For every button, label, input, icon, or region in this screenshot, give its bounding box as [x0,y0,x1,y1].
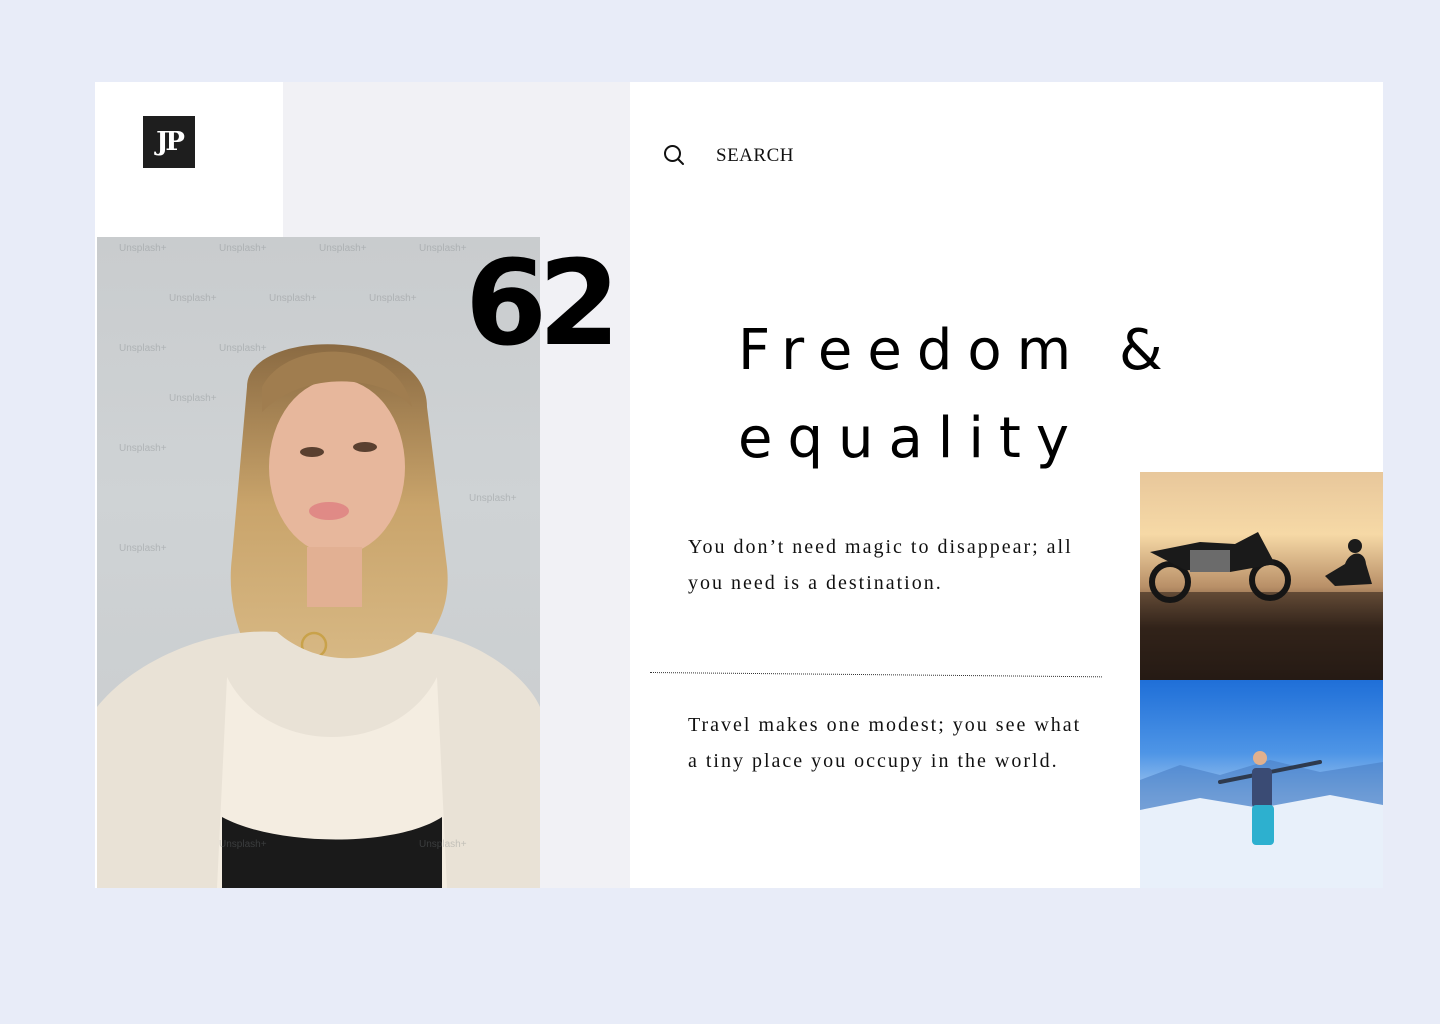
headline-line-2: equality [738,406,1085,471]
watermark-label: Unsplash+ [169,293,217,304]
watermark-label: Unsplash+ [269,293,317,304]
main-card: JP Unsplash+ Unsplash+ Unsplash+ Unsplas… [95,82,1383,888]
watermark-label: Unsplash+ [219,243,267,254]
watermark-label: Unsplash+ [469,493,517,504]
watermark-label: Unsplash+ [369,293,417,304]
watermark-label: Unsplash+ [419,839,467,850]
watermark-label: Unsplash+ [119,243,167,254]
watermark-label: Unsplash+ [169,393,217,404]
watermark-label: Unsplash+ [319,243,367,254]
search-label[interactable]: SEARCH [716,145,794,167]
watermark-label: Unsplash+ [119,543,167,554]
dotted-divider [649,672,1102,678]
watermark-label: Unsplash+ [419,243,467,254]
motorcycle-sunset-photo [1140,472,1383,680]
quote-text: Travel makes one modest; you see what a … [688,714,1082,772]
snow-illustration [1140,751,1383,888]
quote-text: You don’t need magic to disappear; all y… [688,536,1073,594]
snow-mountain-photo [1140,680,1383,888]
watermark-label: Unsplash+ [119,443,167,454]
watermark-label: Unsplash+ [119,343,167,354]
motorcycle-illustration [1140,532,1383,680]
feature-number: 62 [465,234,620,372]
search-icon[interactable] [663,144,685,166]
logo[interactable]: JP [143,116,195,168]
watermark-label: Unsplash+ [219,839,267,850]
watermark-label: Unsplash+ [219,343,267,354]
headline-line-1: Freedom & [738,318,1178,383]
page-title: Freedom & equality [738,307,1198,483]
